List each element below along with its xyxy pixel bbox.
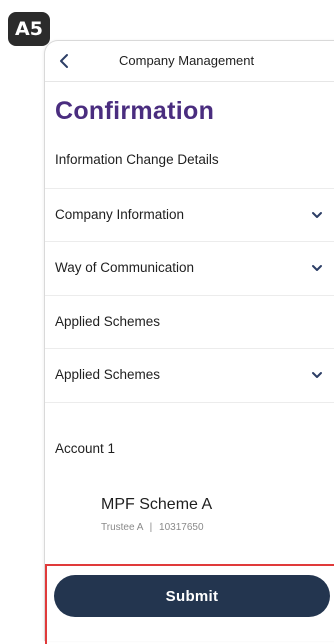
accordion-applied-schemes[interactable]: Applied Schemes	[45, 348, 334, 403]
accordion-company-information[interactable]: Company Information	[45, 188, 334, 241]
chevron-down-icon	[312, 265, 322, 271]
trustee-name: Trustee A	[101, 522, 143, 533]
phone-screen: Company Management Confirmation Informat…	[44, 40, 334, 644]
page-title: Confirmation	[55, 97, 215, 125]
chevron-down-icon	[312, 212, 322, 218]
scheme-name: MPF Scheme A	[101, 496, 213, 513]
section-label: Information Change Details	[55, 152, 219, 167]
chevron-left-icon	[60, 54, 68, 68]
meta-separator: |	[149, 522, 153, 533]
nav-bar: Company Management	[45, 41, 334, 82]
accordion-label: Way of Communication	[55, 260, 195, 275]
scheme-meta: Trustee A | 10317650	[101, 522, 204, 533]
accordion-way-of-communication[interactable]: Way of Communication	[45, 241, 334, 294]
submit-button[interactable]: Submit	[54, 575, 330, 617]
back-button[interactable]	[55, 51, 73, 71]
account-label: Account 1	[55, 441, 116, 456]
chevron-down-icon	[312, 372, 322, 378]
applied-schemes-header: Applied Schemes	[45, 295, 334, 348]
accordion-label: Company Information	[55, 207, 185, 222]
section-label: Applied Schemes	[55, 314, 161, 329]
nav-title: Company Management	[119, 53, 255, 68]
step-badge: A5	[8, 12, 50, 46]
accordion-label: Applied Schemes	[55, 367, 161, 382]
scheme-number: 10317650	[159, 522, 204, 533]
